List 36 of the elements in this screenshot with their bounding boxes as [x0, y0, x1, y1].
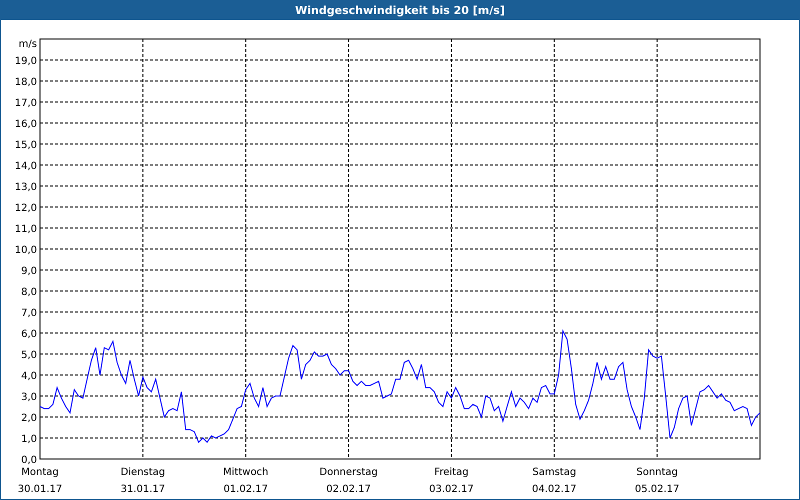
- x-tick-label: 31.01.17: [120, 484, 166, 495]
- y-axis-unit: m/s: [18, 39, 37, 50]
- x-tick-label: 04.02.17: [532, 484, 577, 495]
- y-tick-label: 2,0: [21, 413, 37, 424]
- x-tick-label: 30.01.17: [18, 484, 62, 495]
- y-tick-label: 8,0: [21, 287, 37, 298]
- y-tick-label: 7,0: [21, 308, 37, 319]
- x-tick-label: Donnerstag: [319, 467, 378, 478]
- x-tick-label: Montag: [21, 467, 59, 478]
- y-tick-label: 1,0: [21, 434, 37, 445]
- y-tick-label: 18,0: [14, 77, 37, 88]
- y-tick-label: 6,0: [21, 329, 37, 340]
- x-tick-label: 03.02.17: [429, 484, 474, 495]
- window-title: Windgeschwindigkeit bis 20 [m/s]: [295, 4, 505, 16]
- y-tick-label: 5,0: [21, 350, 37, 361]
- y-tick-label: 17,0: [14, 98, 37, 109]
- x-tick-label: Sonntag: [636, 467, 678, 478]
- y-tick-label: 16,0: [14, 119, 37, 130]
- x-tick-label: Mittwoch: [223, 467, 268, 478]
- x-tick-label: 02.02.17: [326, 484, 371, 495]
- y-tick-label: 14,0: [14, 161, 37, 172]
- y-tick-label: 13,0: [14, 182, 37, 193]
- y-tick-label: 4,0: [21, 371, 37, 382]
- x-tick-label: 05.02.17: [634, 484, 680, 495]
- y-tick-label: 0,0: [21, 455, 37, 466]
- y-tick-label: 10,0: [14, 245, 37, 256]
- y-tick-label: 19,0: [14, 56, 37, 67]
- x-tick-label: Freitag: [434, 467, 469, 478]
- x-tick-label: 01.02.17: [223, 484, 268, 495]
- y-tick-label: 9,0: [21, 266, 37, 277]
- x-tick-label: Samstag: [532, 467, 576, 478]
- y-tick-label: 3,0: [21, 392, 37, 403]
- x-tick-label: Dienstag: [120, 467, 166, 478]
- y-tick-label: 12,0: [14, 203, 37, 214]
- y-tick-label: 15,0: [14, 140, 37, 151]
- y-tick-label: 11,0: [14, 224, 37, 235]
